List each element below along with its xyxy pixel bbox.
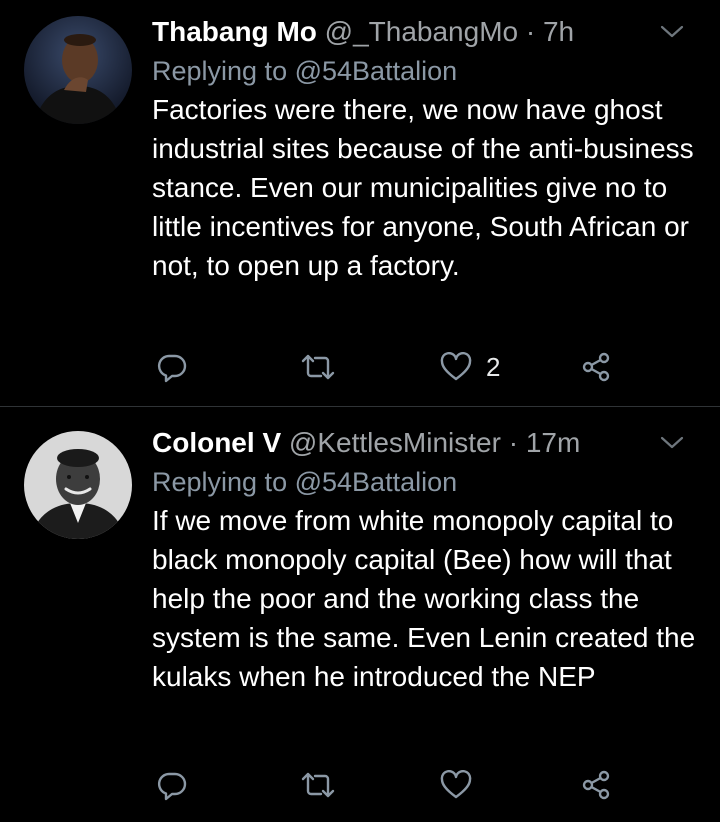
replying-to-line: Replying to @54Battalion	[152, 52, 700, 90]
avatar[interactable]	[24, 431, 132, 539]
like-icon	[440, 352, 472, 382]
display-name[interactable]: Thabang Mo	[152, 16, 317, 47]
handle[interactable]: @KettlesMinister	[289, 427, 501, 458]
reply-icon	[156, 351, 188, 383]
like-count: 2	[486, 351, 501, 382]
replying-to-label: Replying to	[152, 467, 288, 497]
action-bar: 2	[152, 347, 680, 387]
share-button[interactable]	[580, 347, 612, 387]
reply-button[interactable]	[156, 765, 188, 805]
display-name[interactable]: Colonel V	[152, 427, 281, 458]
replying-to-handle[interactable]: @54Battalion	[295, 56, 458, 86]
retweet-icon	[300, 352, 336, 382]
like-button[interactable]	[440, 765, 472, 805]
separator-dot: ·	[508, 427, 519, 458]
share-icon	[580, 351, 612, 383]
replying-to-line: Replying to @54Battalion	[152, 463, 700, 501]
retweet-button[interactable]	[300, 347, 336, 387]
timestamp[interactable]: 17m	[526, 427, 580, 458]
retweet-button[interactable]	[300, 765, 336, 805]
reply-button[interactable]	[156, 347, 188, 387]
replying-to-handle[interactable]: @54Battalion	[295, 467, 458, 497]
chevron-down-icon[interactable]	[652, 423, 692, 463]
timestamp[interactable]: 7h	[543, 16, 574, 47]
like-icon	[440, 770, 472, 800]
tweet-text: Factories were there, we now have ghost …	[152, 94, 694, 281]
tweet-text: If we move from white monopoly capital t…	[152, 505, 696, 692]
tweet-header: Colonel V @KettlesMinister · 17m	[152, 423, 700, 463]
reply-icon	[156, 769, 188, 801]
handle[interactable]: @_ThabangMo	[325, 16, 518, 47]
tweet-header: Thabang Mo @_ThabangMo · 7h	[152, 12, 700, 52]
replying-to-label: Replying to	[152, 56, 288, 86]
avatar[interactable]	[24, 16, 132, 124]
like-button[interactable]: 2	[440, 347, 500, 387]
share-icon	[580, 769, 612, 801]
tweet[interactable]: Colonel V @KettlesMinister · 17m Replyin…	[0, 407, 720, 822]
chevron-down-icon[interactable]	[652, 12, 692, 52]
retweet-icon	[300, 770, 336, 800]
share-button[interactable]	[580, 765, 612, 805]
separator-dot: ·	[525, 16, 536, 47]
tweet[interactable]: Thabang Mo @_ThabangMo · 7h Replying to …	[0, 0, 720, 407]
action-bar	[152, 765, 680, 805]
